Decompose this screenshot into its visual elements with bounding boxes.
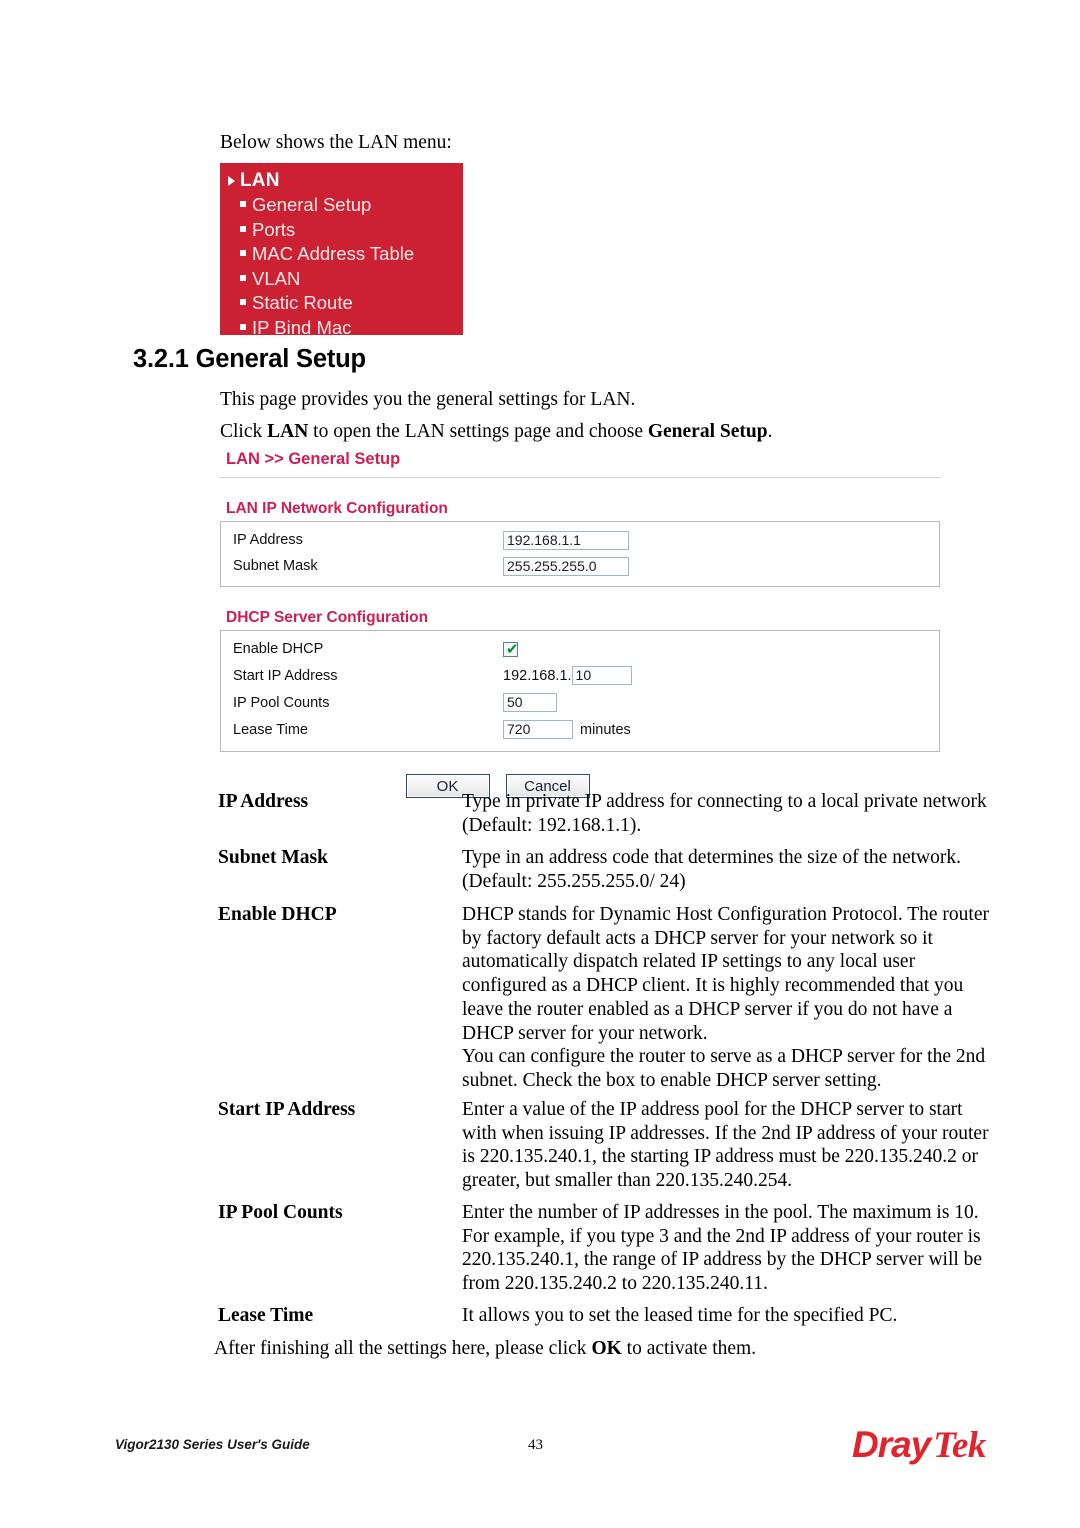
lan-menu-item-ports[interactable]: Ports xyxy=(220,218,463,243)
intro-line: Below shows the LAN menu: xyxy=(220,132,452,153)
logo-text-tek: Tek xyxy=(933,1425,986,1466)
intro-paragraph: This page provides you the general setti… xyxy=(220,389,636,410)
row-lease-time: Lease Time 720 minutes xyxy=(221,716,939,743)
lan-menu-item-mac-address-table[interactable]: MAC Address Table xyxy=(220,242,463,267)
triangle-right-icon xyxy=(228,176,235,186)
def-term-enable-dhcp: Enable DHCP xyxy=(218,904,337,925)
square-bullet-icon xyxy=(240,201,246,208)
router-config-screenshot: LAN >> General Setup LAN IP Network Conf… xyxy=(220,450,940,798)
footer-guide-title: Vigor2130 Series User's Guide xyxy=(115,1437,310,1452)
def-desc-ip-address: Type in private IP address for connectin… xyxy=(462,791,987,836)
start-ip-address-label: Start IP Address xyxy=(233,667,338,684)
lan-menu-item-label: MAC Address Table xyxy=(252,243,415,265)
lease-time-input[interactable]: 720 xyxy=(503,720,573,739)
square-bullet-icon xyxy=(240,225,246,232)
square-bullet-icon xyxy=(240,250,246,257)
def-term-ip-address: IP Address xyxy=(218,791,309,812)
ip-pool-counts-label: IP Pool Counts xyxy=(233,694,330,711)
lan-menu-item-label: General Setup xyxy=(252,194,372,216)
lan-menu-item-label: VLAN xyxy=(252,267,301,289)
ip-pool-counts-input[interactable]: 50 xyxy=(503,693,557,712)
checkmark-icon: ✔ xyxy=(506,639,519,658)
lan-menu-item-vlan[interactable]: VLAN xyxy=(220,267,463,292)
def-desc-lease-time: It allows you to set the leased time for… xyxy=(462,1305,898,1326)
def-desc-enable-dhcp: DHCP stands for Dynamic Host Configurati… xyxy=(462,904,989,1091)
start-ip-octet-input[interactable]: 10 xyxy=(571,666,632,685)
ip-address-input[interactable]: 192.168.1.1 xyxy=(503,530,629,550)
lan-menu-item-static-route[interactable]: Static Route xyxy=(220,291,463,316)
footer-page-number: 43 xyxy=(528,1437,543,1453)
closing-bold-ok: OK xyxy=(591,1338,622,1359)
dhcp-section-title: DHCP Server Configuration xyxy=(226,609,429,626)
lan-menu-header[interactable]: LAN xyxy=(220,169,463,193)
lan-menu-item-label: Ports xyxy=(252,218,296,240)
def-term-ip-pool-counts: IP Pool Counts xyxy=(218,1202,343,1223)
square-bullet-icon xyxy=(240,323,246,330)
closing-part1: After finishing all the settings here, p… xyxy=(214,1338,592,1359)
square-bullet-icon xyxy=(240,299,246,306)
lan-ip-section-title: LAN IP Network Configuration xyxy=(226,500,448,517)
para2-part2: to open the LAN settings page and choose xyxy=(308,421,648,442)
lan-menu-item-label: Static Route xyxy=(252,292,353,314)
row-ip-pool-counts: IP Pool Counts 50 xyxy=(221,689,939,716)
subnet-mask-label: Subnet Mask xyxy=(233,558,318,574)
lan-menu-panel: LAN General Setup Ports MAC Address Tabl… xyxy=(220,163,463,338)
draytek-logo: DrayTek xyxy=(852,1424,986,1467)
def-term-lease-time: Lease Time xyxy=(218,1305,314,1326)
dhcp-section-box: Enable DHCP ✔ Start IP Address 192.168.1… xyxy=(220,630,940,752)
lease-time-label: Lease Time xyxy=(233,721,308,738)
def-desc-start-ip-address: Enter a value of the IP address pool for… xyxy=(462,1099,989,1192)
lan-menu-item-ip-bind-mac[interactable]: IP Bind Mac xyxy=(220,316,463,341)
row-subnet-mask: Subnet Mask 255.255.255.0 xyxy=(221,553,939,579)
section-heading: 3.2.1 General Setup xyxy=(133,345,366,373)
closing-part2: to activate them. xyxy=(621,1338,757,1359)
ip-address-label: IP Address xyxy=(233,532,303,548)
click-lan-paragraph: Click LAN to open the LAN settings page … xyxy=(220,420,772,444)
subnet-mask-input[interactable]: 255.255.255.0 xyxy=(503,556,629,576)
document-page: Below shows the LAN menu: LAN General Se… xyxy=(0,0,1080,1528)
row-ip-address: IP Address 192.168.1.1 xyxy=(221,527,939,553)
def-term-start-ip-address: Start IP Address xyxy=(218,1099,356,1120)
para2-part1: Click xyxy=(220,421,268,442)
start-ip-prefix: 192.168.1. xyxy=(503,667,572,684)
para2-part3: . xyxy=(767,421,773,442)
square-bullet-icon xyxy=(240,274,246,281)
lan-menu-item-general-setup[interactable]: General Setup xyxy=(220,193,463,218)
logo-text-dray: Dray xyxy=(852,1424,931,1465)
para2-bold-lan: LAN xyxy=(267,421,309,442)
def-term-subnet-mask: Subnet Mask xyxy=(218,847,328,868)
def-desc-ip-pool-counts: Enter the number of IP addresses in the … xyxy=(462,1202,983,1295)
breadcrumb-divider xyxy=(220,477,940,478)
para2-bold-general-setup: General Setup xyxy=(647,421,768,442)
closing-paragraph: After finishing all the settings here, p… xyxy=(214,1337,756,1361)
row-enable-dhcp: Enable DHCP ✔ xyxy=(221,636,939,662)
breadcrumb: LAN >> General Setup xyxy=(226,450,401,468)
def-desc-subnet-mask: Type in an address code that determines … xyxy=(462,847,961,892)
lease-time-unit-label: minutes xyxy=(580,721,631,738)
lan-menu-item-label: IP Bind Mac xyxy=(252,316,352,338)
enable-dhcp-label: Enable DHCP xyxy=(233,641,324,657)
lan-menu-header-label: LAN xyxy=(240,170,280,191)
row-start-ip-address: Start IP Address 192.168.1. 10 xyxy=(221,662,939,689)
enable-dhcp-checkbox[interactable]: ✔ xyxy=(503,639,519,658)
lan-ip-section-box: IP Address 192.168.1.1 Subnet Mask 255.2… xyxy=(220,521,940,587)
